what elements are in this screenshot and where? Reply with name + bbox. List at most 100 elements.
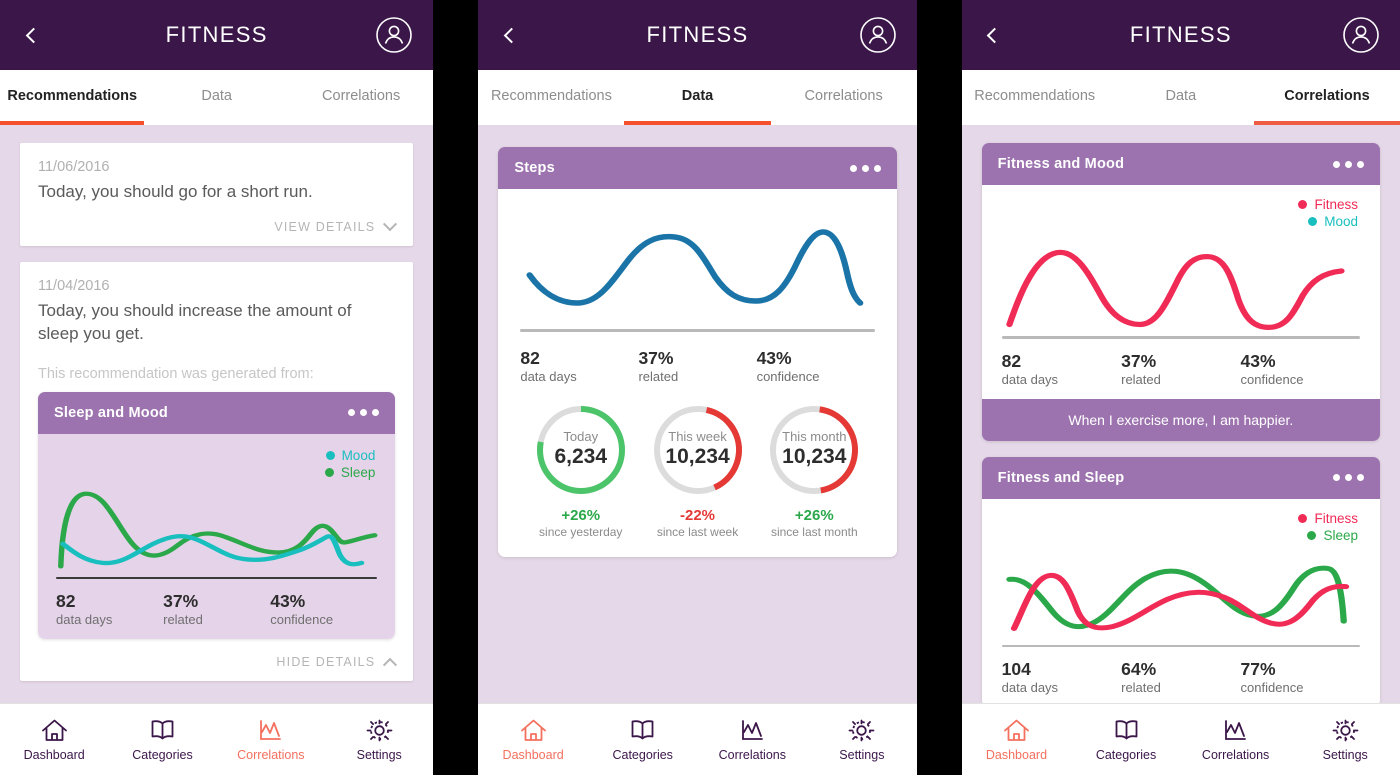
- nav-label: Categories: [1095, 747, 1157, 762]
- stat-data-days: 82 data days: [56, 591, 163, 627]
- nav-dashboard[interactable]: Dashboard: [478, 718, 588, 762]
- page-title: FITNESS: [1129, 22, 1232, 47]
- nav-label: Settings: [839, 747, 885, 762]
- overflow-menu-icon[interactable]: [348, 409, 380, 417]
- tab-bar: Recommendations Data Correlations: [961, 70, 1400, 125]
- overflow-menu-icon[interactable]: [1333, 160, 1364, 168]
- nav-categories[interactable]: Categories: [108, 718, 216, 762]
- tab-recommendations[interactable]: Recommendations: [478, 70, 624, 125]
- stat-label: data days: [56, 612, 113, 628]
- correlation-card-fitness-sleep[interactable]: Fitness and Sleep Fitness Sleep 104 data…: [981, 456, 1380, 703]
- overflow-menu-icon[interactable]: [1333, 474, 1364, 482]
- nav-settings[interactable]: Settings: [1290, 718, 1400, 762]
- tab-correlations[interactable]: Correlations: [1253, 70, 1400, 125]
- nav-label: Correlations: [1201, 747, 1270, 762]
- tab-bar: Recommendations Data Correlations: [478, 70, 917, 125]
- stat-label: related: [1121, 371, 1161, 387]
- stat-data-days: 82 data days: [1002, 351, 1121, 387]
- back-button[interactable]: [484, 27, 538, 43]
- progress-ring: Today 6,234: [533, 402, 629, 498]
- nav-correlations[interactable]: Correlations: [698, 718, 808, 762]
- tab-data[interactable]: Data: [624, 70, 771, 125]
- nav-correlations[interactable]: Correlations: [217, 718, 325, 762]
- chevron-down-icon: [383, 217, 398, 232]
- overflow-menu-icon[interactable]: [849, 164, 881, 172]
- gauge-delta-label: since yesterday: [539, 524, 623, 539]
- chevron-left-icon: [986, 27, 1003, 43]
- nav-dashboard[interactable]: Dashboard: [0, 718, 108, 762]
- correlation-card-sleep-mood[interactable]: Sleep and Mood Mood Sleep 82 data days 3…: [38, 391, 396, 640]
- stat-label: data days: [520, 368, 577, 384]
- avatar[interactable]: [859, 16, 897, 54]
- card-header: Sleep and Mood: [38, 391, 396, 434]
- bottom-navigation: Dashboard Categories Correlations Settin…: [478, 703, 917, 775]
- user-avatar-icon: [859, 17, 896, 53]
- tab-label: Correlations: [804, 88, 883, 104]
- recommendation-date: 11/06/2016: [38, 159, 110, 175]
- nav-correlations[interactable]: Correlations: [1181, 718, 1291, 762]
- stat-confidence: 43% confidence: [270, 591, 377, 627]
- home-icon: [41, 719, 67, 741]
- content-area: 11/06/2016 Today, you should go for a sh…: [0, 125, 434, 703]
- back-button[interactable]: [6, 27, 60, 43]
- stat-confidence: 77% confidence: [1241, 659, 1360, 695]
- nav-label: Correlations: [718, 747, 786, 762]
- line-chart-icon: [1225, 719, 1247, 740]
- recommendation-card[interactable]: 11/06/2016 Today, you should go for a sh…: [20, 143, 414, 246]
- nav-categories[interactable]: Categories: [588, 718, 698, 762]
- stat-related: 37% related: [1121, 351, 1240, 387]
- card-stats: 82 data days 37% related 43% confidence: [516, 348, 878, 384]
- nav-settings[interactable]: Settings: [325, 718, 433, 762]
- chart-legend: Fitness Mood: [998, 193, 1364, 229]
- tab-recommendations[interactable]: Recommendations: [0, 70, 145, 125]
- phone-screen-correlations: FITNESS Recommendations Data Correlation…: [961, 0, 1400, 775]
- legend-item: Sleep: [1307, 528, 1358, 543]
- nav-dashboard[interactable]: Dashboard: [962, 718, 1072, 762]
- gauge-value: 10,234: [665, 444, 730, 468]
- legend-item: Mood: [325, 448, 375, 463]
- nav-label: Categories: [132, 747, 193, 762]
- data-card-steps[interactable]: Steps 82 data days 37% related 43% confi…: [498, 147, 897, 557]
- three-phone-mockup: FITNESS Recommendations Data Correlation…: [0, 0, 1400, 775]
- panel-divider: [916, 0, 962, 775]
- panel-divider: [433, 0, 479, 775]
- back-button[interactable]: [968, 27, 1022, 43]
- recommendation-date: 11/04/2016: [38, 277, 110, 294]
- gauge-value: 6,234: [554, 444, 608, 468]
- chart-sleep-and-mood: [52, 480, 381, 580]
- legend-item: Sleep: [324, 464, 376, 480]
- gauge-period: This month: [782, 429, 847, 445]
- avatar[interactable]: [1342, 16, 1380, 54]
- nav-settings[interactable]: Settings: [807, 718, 917, 762]
- stat-value: 37%: [638, 347, 674, 368]
- tab-correlations[interactable]: Correlations: [289, 70, 433, 125]
- stat-label: data days: [1001, 680, 1059, 696]
- stat-label: confidence: [756, 368, 820, 384]
- tab-label: Recommendations: [974, 88, 1096, 104]
- stat-related: 37% related: [163, 591, 270, 627]
- card-header: Steps: [498, 147, 897, 189]
- tab-data[interactable]: Data: [1108, 70, 1254, 125]
- gear-icon: [1332, 719, 1359, 741]
- recommendation-text: Today, you should go for a short run.: [38, 182, 313, 201]
- gauge-delta-label: since last month: [770, 524, 858, 539]
- tab-recommendations[interactable]: Recommendations: [962, 70, 1108, 125]
- stat-value: 64%: [1121, 659, 1157, 680]
- chart-legend: Fitness Sleep: [998, 507, 1364, 543]
- tab-label: Data: [1165, 88, 1197, 104]
- nav-categories[interactable]: Categories: [1071, 718, 1181, 762]
- card-title: Sleep and Mood: [54, 404, 168, 421]
- tab-data[interactable]: Data: [144, 70, 288, 125]
- avatar[interactable]: [375, 16, 413, 54]
- view-details-button[interactable]: VIEW DETAILS: [38, 217, 398, 234]
- tab-correlations[interactable]: Correlations: [771, 70, 917, 125]
- hide-details-button[interactable]: HIDE DETAILS: [38, 655, 398, 673]
- legend-item: Fitness: [1298, 197, 1358, 212]
- chevron-left-icon: [25, 27, 41, 43]
- correlation-card-fitness-mood[interactable]: Fitness and Mood Fitness Mood 82 data da…: [981, 143, 1380, 441]
- legend-label: Sleep: [340, 464, 376, 480]
- tab-label: Data: [201, 88, 232, 104]
- card-stats: 82 data days 37% related 43% confidence: [52, 591, 381, 627]
- nav-label: Dashboard: [23, 747, 85, 762]
- recommendation-card-expanded[interactable]: 11/04/2016 Today, you should increase th…: [20, 261, 414, 682]
